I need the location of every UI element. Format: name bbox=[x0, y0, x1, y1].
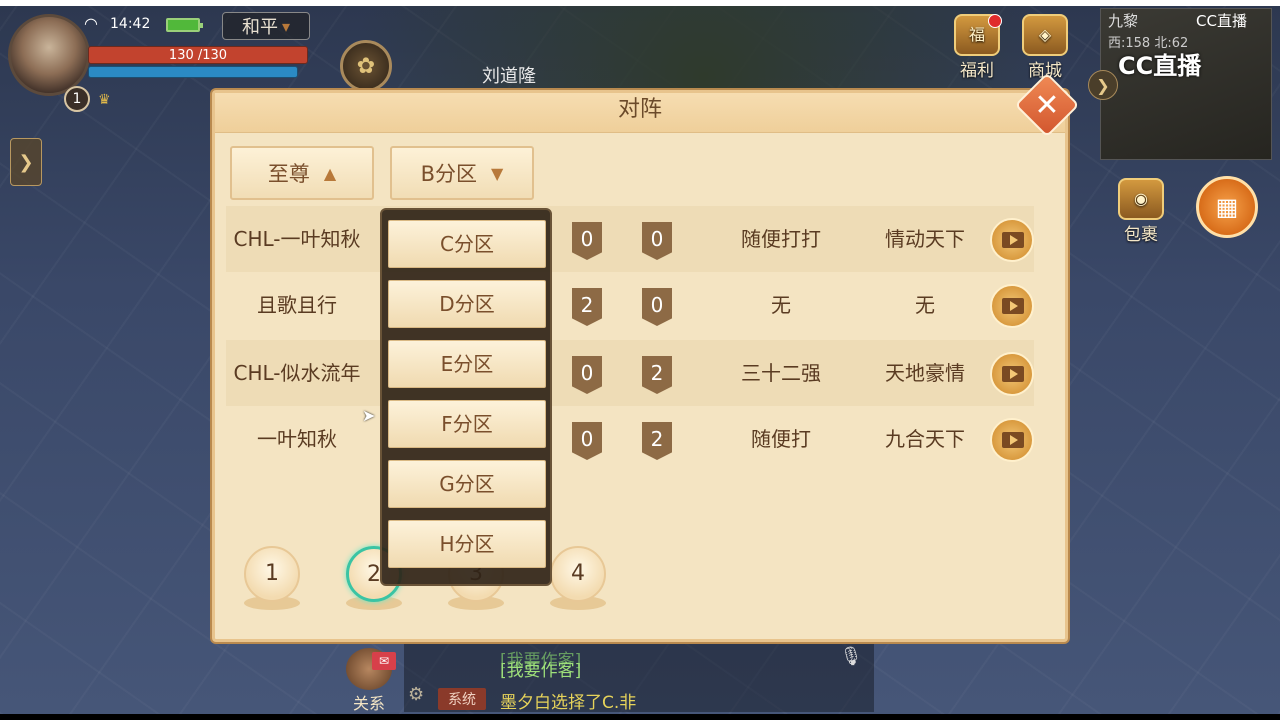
match-row: 一叶知秋 0 2 随便打 九合天下 bbox=[226, 406, 1034, 472]
cc-watermark-small: CC直播 bbox=[1196, 12, 1247, 30]
player-avatar[interactable] bbox=[8, 14, 90, 96]
group-dropdown-label: B分区 bbox=[420, 162, 478, 186]
team-b-name: 天地豪情 bbox=[885, 361, 965, 385]
shop-icon: ◈ bbox=[1022, 14, 1068, 56]
crown-icon: ♛ bbox=[98, 92, 111, 108]
replay-button[interactable] bbox=[990, 218, 1034, 262]
score-b: 2 bbox=[642, 422, 672, 460]
map-name: 九黎 bbox=[1108, 12, 1139, 30]
match-status: 随便打 bbox=[751, 427, 811, 451]
group-option-f[interactable]: F分区 bbox=[388, 400, 546, 448]
server-mode-label: 和平 bbox=[241, 17, 278, 38]
system-message: 墨夕白选择了C.非 bbox=[500, 693, 637, 713]
film-icon bbox=[1002, 432, 1024, 448]
close-icon: ✕ bbox=[1034, 87, 1060, 123]
tier-dropdown-label: 至尊 bbox=[267, 162, 310, 186]
match-row: CHL-一叶知秋 0 0 随便打打 情动天下 bbox=[226, 206, 1034, 272]
group-option-g[interactable]: G分区 bbox=[388, 460, 546, 508]
replay-button[interactable] bbox=[990, 284, 1034, 328]
score-b: 2 bbox=[642, 356, 672, 394]
score-a: 0 bbox=[572, 422, 602, 460]
top-border bbox=[0, 0, 1280, 6]
main-menu-button[interactable]: ▦ bbox=[1196, 176, 1258, 238]
score-a: 0 bbox=[572, 222, 602, 260]
score-a: 2 bbox=[572, 288, 602, 326]
status-clock: 14:42 bbox=[110, 16, 151, 32]
group-option-e[interactable]: E分区 bbox=[388, 340, 546, 388]
voice-button[interactable]: 🎙 bbox=[836, 646, 866, 698]
panel-title: 对阵 bbox=[617, 97, 662, 122]
chevron-down-icon: ▼ bbox=[491, 163, 504, 183]
match-status: 三十二强 bbox=[741, 361, 821, 385]
team-a-name: 且歌且行 bbox=[257, 293, 337, 317]
score-a: 0 bbox=[572, 356, 602, 394]
group-option-h[interactable]: H分区 bbox=[388, 520, 546, 568]
player-level-badge: 1 bbox=[64, 86, 90, 112]
bag-button[interactable]: ◉ 包裹 bbox=[1112, 178, 1170, 245]
system-tag: 系统 bbox=[438, 688, 486, 710]
replay-button[interactable] bbox=[990, 352, 1034, 396]
cc-watermark-big: CC直播 bbox=[1118, 52, 1202, 80]
team-a-name: CHL-似水流年 bbox=[233, 361, 361, 385]
bag-icon: ◉ bbox=[1118, 178, 1164, 220]
page-button-4[interactable]: 4 bbox=[550, 546, 606, 602]
film-icon bbox=[1002, 298, 1024, 314]
pet-paw-icon[interactable]: ✿ bbox=[340, 40, 392, 92]
relations-label: 关系 bbox=[352, 694, 385, 713]
expand-arrow-icon[interactable]: ❯ bbox=[10, 138, 42, 186]
hp-bar: 130 /130 bbox=[88, 46, 308, 64]
group-option-c[interactable]: C分区 bbox=[388, 220, 546, 268]
team-a-name: 一叶知秋 bbox=[257, 427, 337, 451]
grid-icon: ▦ bbox=[1215, 193, 1239, 221]
film-icon bbox=[1002, 366, 1024, 382]
chat-line[interactable]: [我要作客] bbox=[500, 656, 581, 681]
team-b-name: 无 bbox=[915, 293, 935, 317]
npc-name-label: 刘道隆 bbox=[482, 66, 536, 87]
microphone-icon: 🎙 bbox=[839, 646, 863, 667]
film-icon bbox=[1002, 232, 1024, 248]
match-row: 且歌且行 2 0 无 无 bbox=[226, 272, 1034, 338]
match-status: 随便打打 bbox=[741, 227, 821, 251]
match-row: CHL-似水流年 0 2 三十二强 天地豪情 bbox=[226, 340, 1034, 406]
welfare-button[interactable]: 福 福利 bbox=[948, 14, 1006, 81]
bag-label: 包裹 bbox=[1124, 225, 1158, 245]
replay-button[interactable] bbox=[990, 418, 1034, 462]
gear-icon[interactable]: ⚙ bbox=[408, 684, 424, 705]
tier-dropdown[interactable]: 至尊 ▲ bbox=[230, 146, 374, 200]
team-b-name: 九合天下 bbox=[885, 427, 965, 451]
chevron-down-icon: ▾ bbox=[281, 16, 291, 36]
chevron-up-icon: ▲ bbox=[323, 163, 337, 183]
page-button-1[interactable]: 1 bbox=[244, 546, 300, 602]
mouse-cursor-icon: ➤ bbox=[362, 406, 376, 425]
score-b: 0 bbox=[642, 288, 672, 326]
score-b: 0 bbox=[642, 222, 672, 260]
mp-bar bbox=[88, 66, 298, 78]
hp-text: 130 /130 bbox=[168, 47, 228, 63]
welfare-label: 福利 bbox=[960, 61, 994, 81]
match-status: 无 bbox=[771, 293, 791, 317]
team-a-name: CHL-一叶知秋 bbox=[233, 227, 361, 251]
group-option-d[interactable]: D分区 bbox=[388, 280, 546, 328]
bottom-border bbox=[0, 714, 1280, 720]
wifi-icon: ◠ bbox=[84, 14, 98, 33]
mail-icon[interactable]: ✉ bbox=[372, 652, 396, 670]
team-b-name: 情动天下 bbox=[885, 227, 965, 251]
battery-icon bbox=[166, 18, 203, 32]
notification-dot bbox=[988, 14, 1002, 28]
shop-button[interactable]: ◈ 商城 bbox=[1016, 14, 1074, 81]
group-dropdown[interactable]: B分区 ▼ bbox=[390, 146, 534, 200]
server-mode-select[interactable]: 和平 ▾ bbox=[222, 12, 310, 40]
minimap-toggle-icon[interactable]: ❯ bbox=[1088, 70, 1118, 100]
